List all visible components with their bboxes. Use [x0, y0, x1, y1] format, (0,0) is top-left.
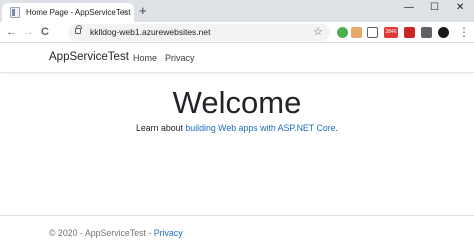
extension-puzzle-icon[interactable]: [367, 27, 378, 38]
lock-icon: [75, 25, 82, 34]
forward-button[interactable]: →: [23, 25, 34, 39]
address-bar[interactable]: kklldog-web1.azurewebsites.net ☆: [68, 24, 330, 41]
new-tab-button[interactable]: +: [139, 4, 147, 17]
welcome-heading: Welcome: [172, 85, 302, 120]
footer-privacy-link[interactable]: Privacy: [154, 228, 183, 238]
lead-suffix: .: [335, 123, 338, 133]
page-favicon-icon: [10, 7, 20, 18]
url-text: kklldog-web1.azurewebsites.net: [90, 27, 211, 37]
browser-tab[interactable]: Home Page - AppServiceTest ×: [2, 3, 134, 22]
lead-prefix: Learn about: [136, 123, 186, 133]
minimize-button[interactable]: —: [404, 2, 414, 14]
reload-button[interactable]: C: [41, 25, 49, 39]
nav-privacy-link[interactable]: Privacy: [165, 53, 195, 63]
profile-avatar-icon[interactable]: [438, 27, 449, 38]
bookmark-star-icon[interactable]: ☆: [313, 25, 323, 39]
site-footer: © 2020 - AppServiceTest - Privacy: [0, 215, 474, 249]
tab-title: Home Page - AppServiceTest: [26, 8, 131, 17]
extension-badge-icon[interactable]: 2846: [384, 27, 398, 38]
welcome-section: Welcome Learn about building Web apps wi…: [0, 84, 474, 133]
back-button[interactable]: ←: [6, 25, 17, 39]
welcome-lead: Learn about building Web apps with ASP.N…: [0, 123, 474, 133]
site-brand-link[interactable]: AppServiceTest: [49, 51, 129, 63]
aspnet-docs-link[interactable]: building Web apps with ASP.NET Core: [185, 123, 335, 133]
nav-home-link[interactable]: Home: [133, 53, 157, 63]
extensions-icon[interactable]: [421, 27, 432, 38]
tab-strip: Home Page - AppServiceTest × + — ☐ ✕: [0, 0, 474, 22]
extension-green-icon[interactable]: [337, 27, 348, 38]
extension-red-icon[interactable]: [404, 27, 415, 38]
browser-menu-icon[interactable]: ⋮: [458, 25, 470, 39]
footer-copyright: © 2020 - AppServiceTest -: [49, 228, 154, 238]
extension-face-icon[interactable]: [351, 27, 362, 38]
window-close-button[interactable]: ✕: [456, 2, 464, 14]
tab-close-icon[interactable]: ×: [123, 6, 128, 18]
site-navbar: AppServiceTest Home Privacy: [0, 44, 474, 73]
maximize-button[interactable]: ☐: [430, 2, 439, 14]
browser-toolbar: ← → C kklldog-web1.azurewebsites.net ☆ 2…: [0, 22, 474, 43]
footer-text: © 2020 - AppServiceTest - Privacy: [49, 228, 183, 238]
